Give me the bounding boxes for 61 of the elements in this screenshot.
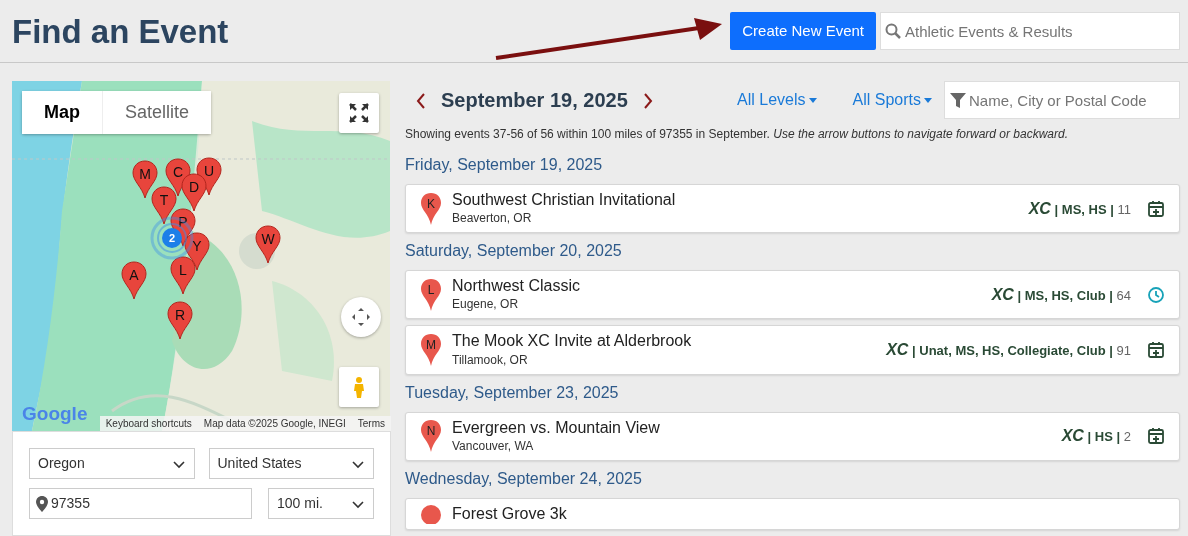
pin-marker[interactable]: W xyxy=(255,225,281,265)
event-name: Forest Grove 3k xyxy=(452,503,567,523)
clock-icon xyxy=(1147,285,1165,304)
attribution-link[interactable]: Map data ©2025 Google, INEGI xyxy=(197,416,352,431)
event-card[interactable]: M The Mook XC Invite at Alderbrook Tillamook, OR XC | Unat, MS, HS, Collegiate, Club | 91 xyxy=(405,325,1180,375)
country-select[interactable]: United States xyxy=(208,448,374,479)
event-location: Eugene, OR xyxy=(452,296,520,314)
radius-select[interactable]: 100 mi. xyxy=(268,488,374,519)
search-field[interactable]: Athletic Events & Results xyxy=(880,12,1180,50)
attribution-link[interactable]: Keyboard shortcuts xyxy=(99,416,198,431)
map-marker-icon: M xyxy=(420,332,442,367)
calendar-plus-icon xyxy=(1147,340,1165,359)
event-search-field[interactable]: Name, City or Postal Code xyxy=(944,81,1180,119)
search-icon xyxy=(885,23,901,39)
map-marker-icon: L xyxy=(420,277,442,312)
sports-dropdown[interactable]: All Sports xyxy=(846,87,938,113)
postal-code-field[interactable]: 97355 xyxy=(29,488,252,519)
event-name: Evergreen vs. Mountain View xyxy=(452,417,660,437)
event-name: The Mook XC Invite at Alderbrook xyxy=(452,331,692,351)
levels-dropdown[interactable]: All Levels xyxy=(731,87,823,113)
create-event-button[interactable]: Create New Event xyxy=(730,11,876,51)
event-details: XC | MS, HS | 11 xyxy=(1028,198,1131,219)
fullscreen-button[interactable] xyxy=(339,93,379,133)
fullscreen-icon xyxy=(347,101,371,125)
event-card[interactable]: L Northwest Classic Eugene, OR XC | MS, HS, Club | 64 xyxy=(405,270,1180,320)
day-heading: Friday, September 19, 2025 xyxy=(405,155,604,175)
pin-marker[interactable]: R xyxy=(167,301,193,341)
calendar-plus-icon xyxy=(1147,427,1165,446)
map-marker-icon: N xyxy=(420,419,442,454)
pin-marker[interactable]: M xyxy=(132,160,158,200)
event-name: Southwest Christian Invitational xyxy=(452,190,676,210)
day-heading: Wednesday, September 24, 2025 xyxy=(405,468,643,489)
map-type-tab[interactable]: Map xyxy=(22,91,102,134)
calendar-plus-icon xyxy=(1147,199,1165,218)
map-marker-icon xyxy=(420,503,442,524)
pin-marker[interactable]: A xyxy=(121,261,147,301)
event-location: Beaverton, OR xyxy=(452,210,533,228)
current-date: September 19, 2025 xyxy=(441,88,628,113)
pin-marker[interactable]: T xyxy=(151,186,177,226)
map-type-tab[interactable]: Satellite xyxy=(102,91,212,134)
pin-marker[interactable]: L xyxy=(170,256,196,296)
page-title: Find an Event xyxy=(12,14,229,48)
event-card[interactable]: N Evergreen vs. Mountain View Vancouver, WA XC | HS | 2 xyxy=(405,411,1180,461)
event-location: Tillamook, OR xyxy=(452,351,529,369)
event-details: XC | MS, HS, Club | 64 xyxy=(991,284,1131,305)
results-summary: Showing events 37-56 of 56 within 100 miles of 97355 in September. Use the arrow buttons to navigate forward or backward. xyxy=(405,126,1070,143)
event-card[interactable]: K Southwest Christian Invitational Beaverton, OR XC | MS, HS | 11 xyxy=(405,184,1180,234)
filter-icon xyxy=(949,92,967,109)
map-marker-icon: K xyxy=(420,191,442,226)
event-location: Vancouver, WA xyxy=(452,437,535,455)
pin-marker[interactable]: Y xyxy=(184,232,210,272)
event-name: Northwest Classic xyxy=(452,276,581,296)
day-heading: Tuesday, September 23, 2025 xyxy=(405,382,620,403)
google-logo: Google xyxy=(22,401,88,426)
state-select[interactable]: Oregon xyxy=(29,448,195,479)
attribution-link[interactable]: Terms xyxy=(351,416,391,431)
day-heading: Saturday, September 20, 2025 xyxy=(405,241,623,262)
event-card[interactable]: Forest Grove 3k xyxy=(405,497,1180,530)
location-pin-icon xyxy=(36,495,48,512)
event-details: XC | HS | 2 xyxy=(1061,426,1131,447)
event-details: XC | Unat, MS, HS, Collegiate, Club | 91 xyxy=(886,339,1131,360)
